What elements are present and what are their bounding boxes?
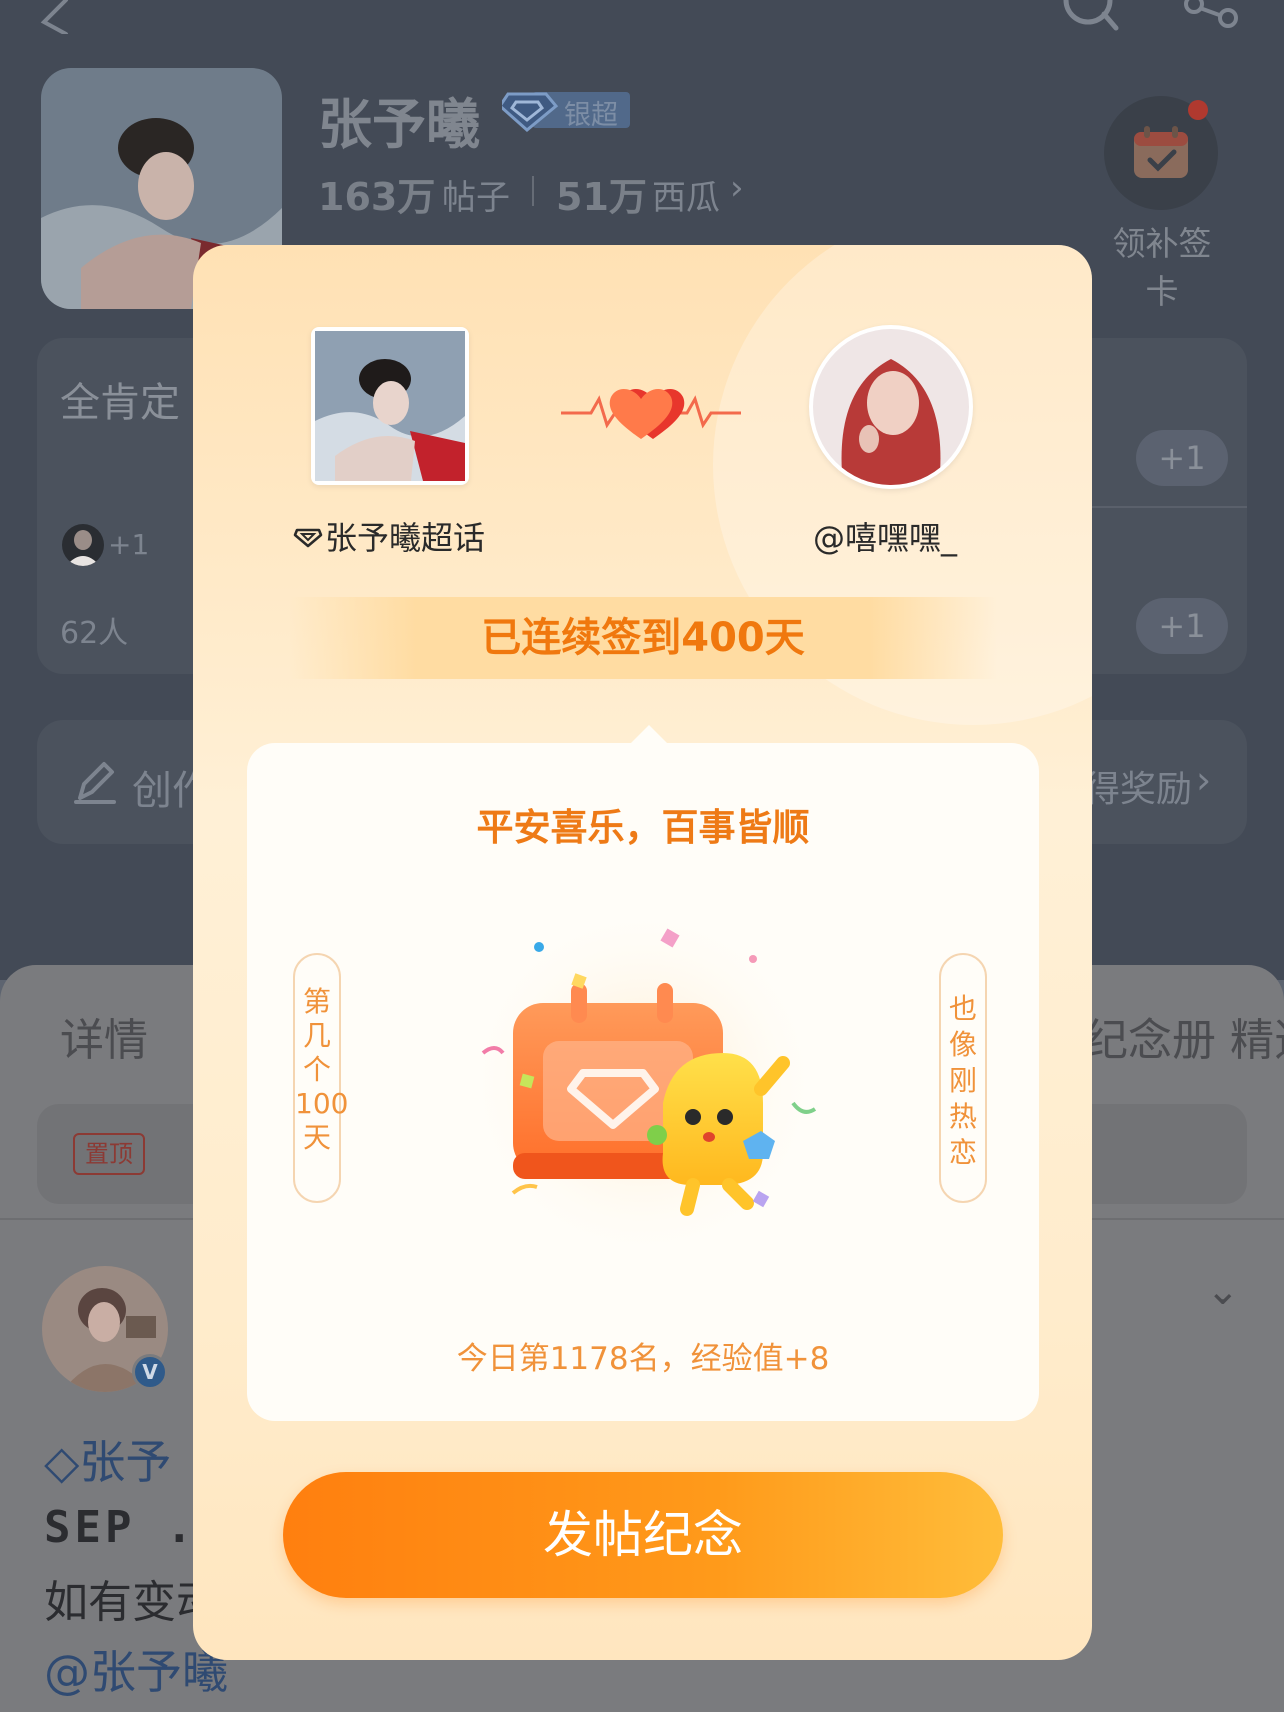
supertopic-name-text: 张予曦超话 [325, 519, 486, 557]
post-tag-text: 张予 [79, 1435, 172, 1489]
claim-makeup-card-label[interactable]: 领补签卡 [1112, 220, 1212, 316]
streak-text: 已连续签到400天 [481, 615, 805, 661]
user-handle: @嘻嘿嘿_ [813, 519, 958, 557]
post-supertopic-tag[interactable]: ◇张予 [44, 1426, 171, 1492]
page-title: 张予曦 [318, 93, 480, 156]
post-commemorate-button[interactable]: 发帖纪念 [283, 1472, 1003, 1598]
blessing-card: 平安喜乐，百事皆顺 第几个100天 也像刚热恋 今日第1178名，经验值+8 [247, 725, 1039, 1421]
diamond-icon [293, 528, 323, 548]
fans-card-title: 全肯定 [60, 380, 180, 426]
reward-label[interactable]: 得奖励 [1084, 760, 1192, 812]
checkin-success-modal: 张予曦超话 @嘻嘿嘿_ 已连续签到400天 平安喜乐，百事皆顺 第几个100天 … [193, 245, 1092, 1660]
share-icon[interactable] [1180, 0, 1240, 34]
fan-avatar [62, 524, 104, 566]
pinned-badge: 置顶 [73, 1133, 145, 1175]
supertopic-avatar [311, 327, 469, 485]
chevron-down-icon[interactable]: ⌄ [1206, 1268, 1240, 1314]
supertopic-name: 张予曦超话 [293, 513, 485, 559]
level-badge: 银超 [498, 86, 632, 132]
user-avatar [809, 325, 973, 489]
tab-featured[interactable]: 精选 [1230, 1004, 1284, 1068]
plus-one-button[interactable]: +1 [1136, 598, 1228, 654]
posts-count: 163万 [318, 175, 436, 219]
chevron-right-icon: › [1196, 758, 1212, 802]
calendar-check-icon [1134, 126, 1188, 178]
melon-count[interactable]: 51万 [556, 166, 647, 221]
search-icon[interactable] [1060, 0, 1120, 34]
streak-banner: 已连续签到400天 [289, 597, 997, 679]
create-edit-icon [74, 762, 116, 804]
right-scroll-decoration: 也像刚热恋 [939, 953, 987, 1203]
plus-one-button[interactable]: +1 [1136, 430, 1228, 486]
tab-album[interactable]: 纪念册 [1084, 1004, 1216, 1068]
fan-count-plus: +1 [108, 528, 150, 561]
notification-dot [1188, 100, 1208, 120]
calendar-mascot-illustration [463, 903, 823, 1263]
tab-details[interactable]: 详情 [60, 1004, 148, 1068]
left-scroll-decoration: 第几个100天 [293, 953, 349, 1203]
card-notch [629, 725, 669, 745]
level-label: 银超 [564, 100, 618, 131]
blessing-text: 平安喜乐，百事皆顺 [476, 806, 810, 849]
left-scroll-text: 第几个100天 [295, 985, 349, 1154]
diamond-icon: ◇ [44, 1435, 80, 1489]
post-commemorate-label: 发帖纪念 [543, 1506, 743, 1564]
fans-divider [1084, 506, 1247, 508]
heartbeat-hearts-icon [561, 388, 741, 439]
verified-badge: V [132, 1354, 168, 1390]
chevron-right-icon: › [730, 168, 744, 208]
melon-label[interactable]: 西瓜 [652, 170, 720, 219]
post-text-line: SEP . [44, 1502, 197, 1553]
posts-label: 帖子 [442, 178, 510, 218]
stats-divider [532, 176, 534, 206]
right-scroll-text: 也像刚热恋 [948, 992, 977, 1169]
fans-people-count: 62人 [60, 616, 129, 651]
back-arrow-icon[interactable] [36, 0, 76, 34]
rank-exp-text: 今日第1178名，经验值+8 [456, 1341, 830, 1377]
